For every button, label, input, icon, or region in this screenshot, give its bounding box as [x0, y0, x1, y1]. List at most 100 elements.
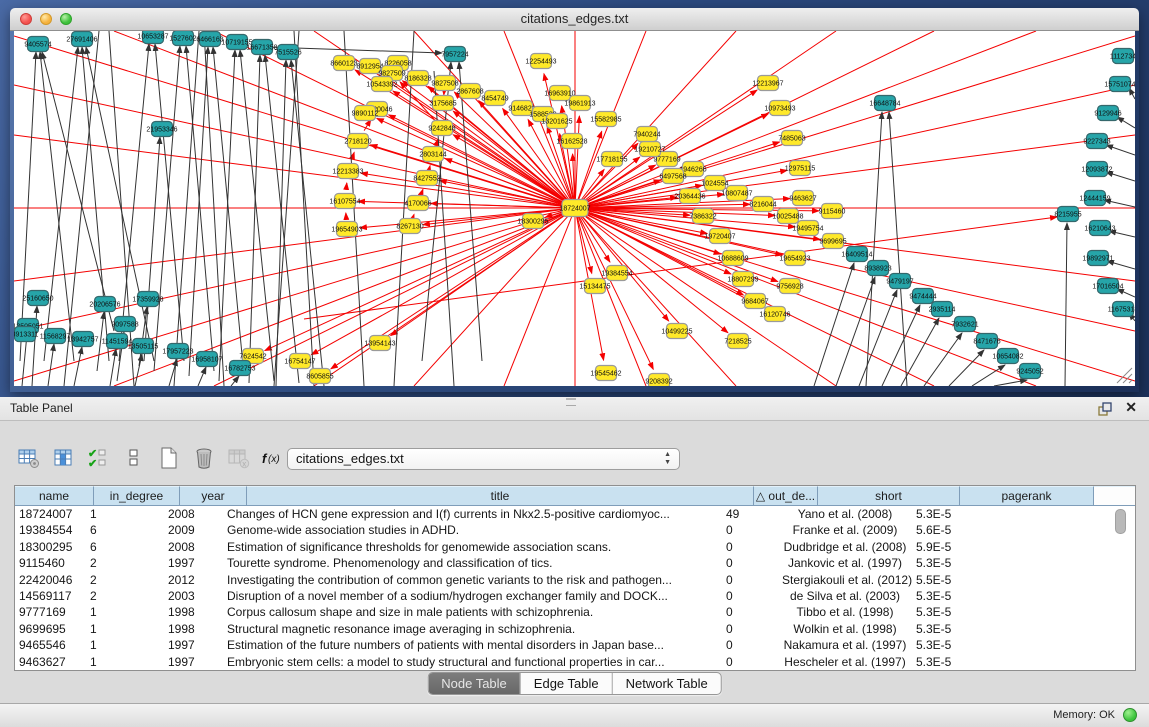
table-cell[interactable]: 0 [722, 522, 778, 538]
function-builder-icon[interactable]: f(x) [261, 446, 287, 470]
memory-ok-indicator[interactable] [1123, 708, 1137, 722]
table-cell[interactable]: Structural magnetic resonance image aver… [223, 621, 722, 637]
table-cell[interactable]: 6 [86, 539, 164, 555]
table-cell[interactable]: Disruption of a novel member of a sodium… [223, 588, 722, 604]
table-cell[interactable]: 1 [86, 621, 164, 637]
table-cell[interactable]: 2008 [164, 506, 223, 522]
window-titlebar[interactable]: citations_edges.txt [10, 8, 1139, 31]
table-cell[interactable]: 2009 [164, 522, 223, 538]
close-panel-icon[interactable]: ✕ [1125, 399, 1137, 416]
table-settings-icon[interactable] [16, 446, 42, 470]
row-height-icon[interactable] [121, 446, 147, 470]
table-cell[interactable]: 1998 [164, 621, 223, 637]
table-cell[interactable]: de Silva et al. (2003) [778, 588, 912, 604]
table-cell[interactable]: 18300295 [15, 539, 86, 555]
table-cell[interactable]: 2008 [164, 539, 223, 555]
table-cell[interactable]: 9463627 [15, 654, 86, 670]
table-cell[interactable]: 2 [86, 572, 164, 588]
column-header-out_de[interactable]: △ out_de... [754, 486, 818, 506]
table-cell[interactable]: 49 [722, 506, 778, 522]
table-row[interactable]: 2242004622012Investigating the contribut… [15, 572, 1135, 588]
table-cell[interactable]: Jankovic et al. (1997) [778, 555, 912, 571]
table-cell[interactable]: 5.6E-5 [912, 522, 1038, 538]
column-header-name[interactable]: name [15, 486, 94, 506]
table-cell[interactable]: Dudbridge et al. (2008) [778, 539, 912, 555]
table-cell[interactable]: Stergiakouli et al. (2012) [778, 572, 912, 588]
table-row[interactable]: 1456911722003Disruption of a novel membe… [15, 588, 1135, 604]
network-canvas[interactable]: 8660123891295482260589827509105433928186… [14, 31, 1135, 386]
table-cell[interactable]: Changes of HCN gene expression and I(f) … [223, 506, 722, 522]
table-cell[interactable]: Investigating the contribution of common… [223, 572, 722, 588]
table-cell[interactable]: 6 [86, 522, 164, 538]
table-cell[interactable]: 5.3E-5 [912, 588, 1038, 604]
table-cell[interactable]: Tibbo et al. (1998) [778, 604, 912, 620]
table-cell[interactable]: 0 [722, 539, 778, 555]
table-cell[interactable]: 19384554 [15, 522, 86, 538]
table-cell[interactable]: Franke et al. (2009) [778, 522, 912, 538]
table-cell[interactable]: 1 [86, 637, 164, 653]
table-cell[interactable]: 2012 [164, 572, 223, 588]
table-cell[interactable]: 1997 [164, 555, 223, 571]
table-cell[interactable]: 0 [722, 604, 778, 620]
table-cell[interactable]: 2 [86, 588, 164, 604]
table-row[interactable]: 1830029562008Estimation of significance … [15, 539, 1135, 555]
table-cell[interactable]: Genome-wide association studies in ADHD. [223, 522, 722, 538]
table-row[interactable]: 1938455462009Genome-wide association stu… [15, 522, 1135, 538]
table-cell[interactable]: 5.3E-5 [912, 621, 1038, 637]
table-cell[interactable]: Estimation of the future numbers of pati… [223, 637, 722, 653]
table-row[interactable]: 946362711997Embryonic stem cells: a mode… [15, 654, 1135, 670]
trash-icon[interactable] [191, 446, 217, 470]
table-cell[interactable]: 9699695 [15, 621, 86, 637]
table-selector[interactable]: citations_edges.txt ▲▼ [287, 448, 680, 470]
table-cell[interactable]: 1 [86, 654, 164, 670]
float-panel-icon[interactable] [1097, 401, 1113, 417]
table-cell[interactable]: Tourette syndrome. Phenomenology and cla… [223, 555, 722, 571]
table-cell[interactable]: 5.3E-5 [912, 604, 1038, 620]
table-cell[interactable]: 1997 [164, 637, 223, 653]
table-cell[interactable]: 1 [86, 604, 164, 620]
table-cell[interactable]: 14569117 [15, 588, 86, 604]
table-row[interactable]: 946554611997Estimation of the future num… [15, 637, 1135, 653]
new-table-icon[interactable] [156, 446, 182, 470]
table-cell[interactable]: Estimation of significance thresholds fo… [223, 539, 722, 555]
tab-edge-table[interactable]: Edge Table [521, 673, 613, 694]
table-cell[interactable]: 1997 [164, 654, 223, 670]
table-cell[interactable]: 0 [722, 621, 778, 637]
tab-network-table[interactable]: Network Table [613, 673, 721, 694]
table-cell[interactable]: Yano et al. (2008) [778, 506, 912, 522]
table-cell[interactable]: 5.9E-5 [912, 539, 1038, 555]
table-scrollbar[interactable] [1115, 509, 1126, 534]
table-cell[interactable]: 1 [86, 506, 164, 522]
table-cell[interactable]: 9777169 [15, 604, 86, 620]
resize-grip-icon[interactable] [1113, 364, 1133, 384]
splitter-grip[interactable] [566, 398, 576, 406]
column-visibility-icon[interactable] [51, 446, 77, 470]
table-cell[interactable]: 0 [722, 555, 778, 571]
table-cell[interactable]: 18724007 [15, 506, 86, 522]
column-header-year[interactable]: year [180, 486, 247, 506]
table-cell[interactable]: 0 [722, 654, 778, 670]
table-cell[interactable]: 2003 [164, 588, 223, 604]
table-cell[interactable]: 0 [722, 588, 778, 604]
tab-node-table[interactable]: Node Table [428, 673, 521, 694]
table-row[interactable]: 1872400712008Changes of HCN gene express… [15, 506, 1135, 522]
table-cell[interactable]: 5.3E-5 [912, 654, 1038, 670]
table-cell[interactable]: 5.3E-5 [912, 637, 1038, 653]
table-cell[interactable]: 22420046 [15, 572, 86, 588]
select-columns-icon[interactable]: ✔✔ [86, 446, 112, 470]
table-cell[interactable]: 0 [722, 637, 778, 653]
table-cell[interactable]: 5.3E-5 [912, 555, 1038, 571]
table-cell[interactable]: Corpus callosum shape and size in male p… [223, 604, 722, 620]
table-cell[interactable]: 5.5E-5 [912, 572, 1038, 588]
column-header-short[interactable]: short [818, 486, 960, 506]
column-header-title[interactable]: title [247, 486, 754, 506]
table-cell[interactable]: 9115460 [15, 555, 86, 571]
table-cell[interactable]: 5.3E-5 [912, 506, 1038, 522]
table-row[interactable]: 911546021997Tourette syndrome. Phenomeno… [15, 555, 1135, 571]
table-cell[interactable]: Hescheler et al. (1997) [778, 654, 912, 670]
table-cell[interactable]: Nakamura et al. (1997) [778, 637, 912, 653]
table-cell[interactable]: 1998 [164, 604, 223, 620]
column-header-in_degree[interactable]: in_degree [94, 486, 180, 506]
column-header-pagerank[interactable]: pagerank [960, 486, 1094, 506]
table-cell[interactable]: Wolkin et al. (1998) [778, 621, 912, 637]
